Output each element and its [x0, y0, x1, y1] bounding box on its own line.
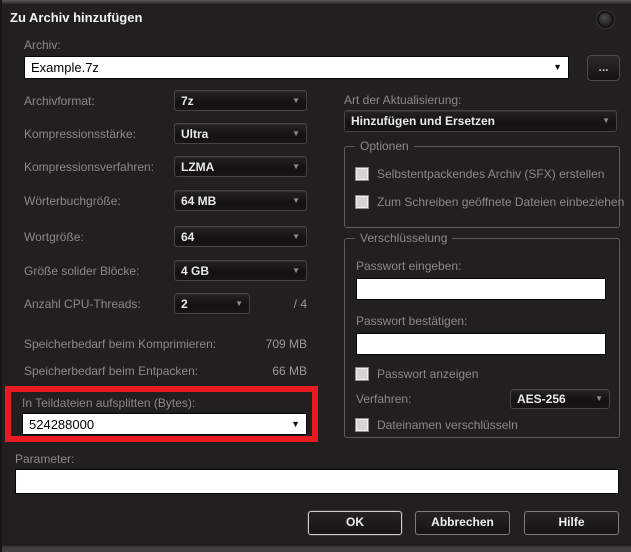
update-mode-dropdown[interactable]: Hinzufügen und Ersetzen ▼: [344, 110, 617, 132]
checkbox-unchecked-icon[interactable]: [355, 167, 369, 181]
checkbox-unchecked-icon[interactable]: [355, 418, 369, 432]
window-bottom-edge: [2, 544, 631, 552]
encryption-group-title: Verschlüsselung: [355, 231, 453, 245]
cpu-threads-value: 2: [181, 296, 188, 311]
memory-decompress-value: 66 MB: [272, 364, 307, 378]
compression-level-label: Kompressionsstärke:: [24, 127, 137, 141]
split-volumes-value: 524288000: [29, 416, 95, 432]
chevron-down-icon: ▼: [235, 298, 243, 308]
cpu-threads-dropdown[interactable]: 2 ▼: [174, 293, 250, 314]
dictionary-size-dropdown[interactable]: 64 MB ▼: [174, 190, 307, 211]
sfx-checkbox-row[interactable]: Selbstentpackendes Archiv (SFX) erstelle…: [355, 167, 604, 181]
password-confirm-input[interactable]: [356, 333, 606, 355]
solid-block-size-value: 4 GB: [181, 263, 210, 278]
compression-level-value: Ultra: [181, 126, 209, 141]
memory-compress-value: 709 MB: [265, 337, 307, 351]
password-enter-label: Passwort eingeben:: [356, 259, 462, 273]
chevron-down-icon: ▼: [292, 265, 300, 275]
cpu-threads-label: Anzahl CPU-Threads:: [24, 297, 141, 311]
encryption-method-value: AES-256: [517, 392, 566, 406]
checkbox-unchecked-icon[interactable]: [355, 195, 369, 209]
shared-files-checkbox-row[interactable]: Zum Schreiben geöffnete Dateien einbezie…: [355, 195, 624, 209]
shared-files-checkbox-label: Zum Schreiben geöffnete Dateien einbezie…: [377, 195, 625, 209]
solid-block-size-dropdown[interactable]: 4 GB ▼: [174, 260, 307, 281]
password-confirm-label: Passwort bestätigen:: [356, 314, 468, 328]
ok-button[interactable]: OK: [308, 511, 402, 535]
memory-decompress-label: Speicherbedarf beim Entpacken:: [24, 364, 199, 378]
format-label: Archivformat:: [24, 94, 95, 108]
chevron-down-icon[interactable]: ▼: [553, 63, 562, 72]
dictionary-size-label: Wörterbuchgröße:: [24, 194, 121, 208]
browse-button[interactable]: ...: [587, 55, 620, 81]
title-bar[interactable]: Zu Archiv hinzufügen: [2, 4, 631, 30]
chevron-down-icon: ▼: [292, 95, 300, 105]
compression-method-label: Kompressionsverfahren:: [24, 160, 155, 174]
cpu-threads-max: / 4: [293, 297, 307, 311]
dictionary-size-value: 64 MB: [181, 193, 217, 208]
password-enter-input[interactable]: [356, 278, 606, 300]
word-size-dropdown[interactable]: 64 ▼: [174, 226, 307, 247]
word-size-value: 64: [181, 229, 195, 244]
cancel-button[interactable]: Abbrechen: [415, 511, 510, 535]
show-password-label: Passwort anzeigen: [377, 367, 479, 381]
chevron-down-icon: ▼: [292, 231, 300, 241]
archive-name-value: Example.7z: [31, 60, 99, 75]
compression-method-dropdown[interactable]: LZMA ▼: [174, 156, 307, 177]
chevron-down-icon: ▼: [292, 128, 300, 138]
encryption-method-dropdown[interactable]: AES-256 ▼: [510, 389, 610, 409]
chevron-down-icon: ▼: [602, 116, 610, 125]
dialog-title: Zu Archiv hinzufügen: [10, 10, 143, 25]
show-password-checkbox-row[interactable]: Passwort anzeigen: [355, 367, 478, 381]
sfx-checkbox-label: Selbstentpackendes Archiv (SFX) erstelle…: [377, 167, 605, 181]
options-group-title: Optionen: [355, 139, 414, 153]
update-mode-value: Hinzufügen und Ersetzen: [351, 114, 495, 128]
memory-compress-label: Speicherbedarf beim Komprimieren:: [24, 337, 217, 351]
options-groupbox: Optionen Selbstentpackendes Archiv (SFX)…: [344, 139, 624, 228]
chevron-down-icon[interactable]: ▼: [291, 419, 300, 429]
split-volumes-combobox[interactable]: 524288000 ▼: [22, 413, 307, 435]
close-icon[interactable]: [597, 11, 614, 28]
word-size-label: Wortgröße:: [24, 230, 84, 244]
encryption-groupbox: Verschlüsselung Passwort eingeben: Passw…: [344, 231, 620, 438]
compression-level-dropdown[interactable]: Ultra ▼: [174, 123, 307, 144]
help-button[interactable]: Hilfe: [524, 511, 619, 535]
encrypt-names-checkbox-row[interactable]: Dateinamen verschlüsseln: [355, 418, 518, 432]
encrypt-names-label: Dateinamen verschlüsseln: [377, 418, 518, 432]
format-dropdown[interactable]: 7z ▼: [174, 90, 307, 111]
chevron-down-icon: ▼: [292, 161, 300, 171]
parameter-input[interactable]: [15, 469, 619, 494]
parameter-label: Parameter:: [15, 452, 75, 466]
add-to-archive-dialog: Zu Archiv hinzufügen Archiv: Example.7z …: [0, 0, 631, 552]
update-mode-label: Art der Aktualisierung:: [344, 93, 462, 107]
encryption-method-label: Verfahren:: [356, 392, 412, 406]
chevron-down-icon: ▼: [595, 394, 603, 403]
checkbox-unchecked-icon[interactable]: [355, 367, 369, 381]
split-volumes-label: In Teildateien aufsplitten (Bytes):: [22, 396, 196, 410]
format-value: 7z: [181, 93, 194, 108]
compression-method-value: LZMA: [181, 159, 215, 174]
archive-label: Archiv:: [24, 38, 61, 52]
solid-block-size-label: Größe solider Blöcke:: [24, 264, 140, 278]
chevron-down-icon: ▼: [292, 195, 300, 205]
archive-name-combobox[interactable]: Example.7z ▼: [24, 56, 569, 79]
